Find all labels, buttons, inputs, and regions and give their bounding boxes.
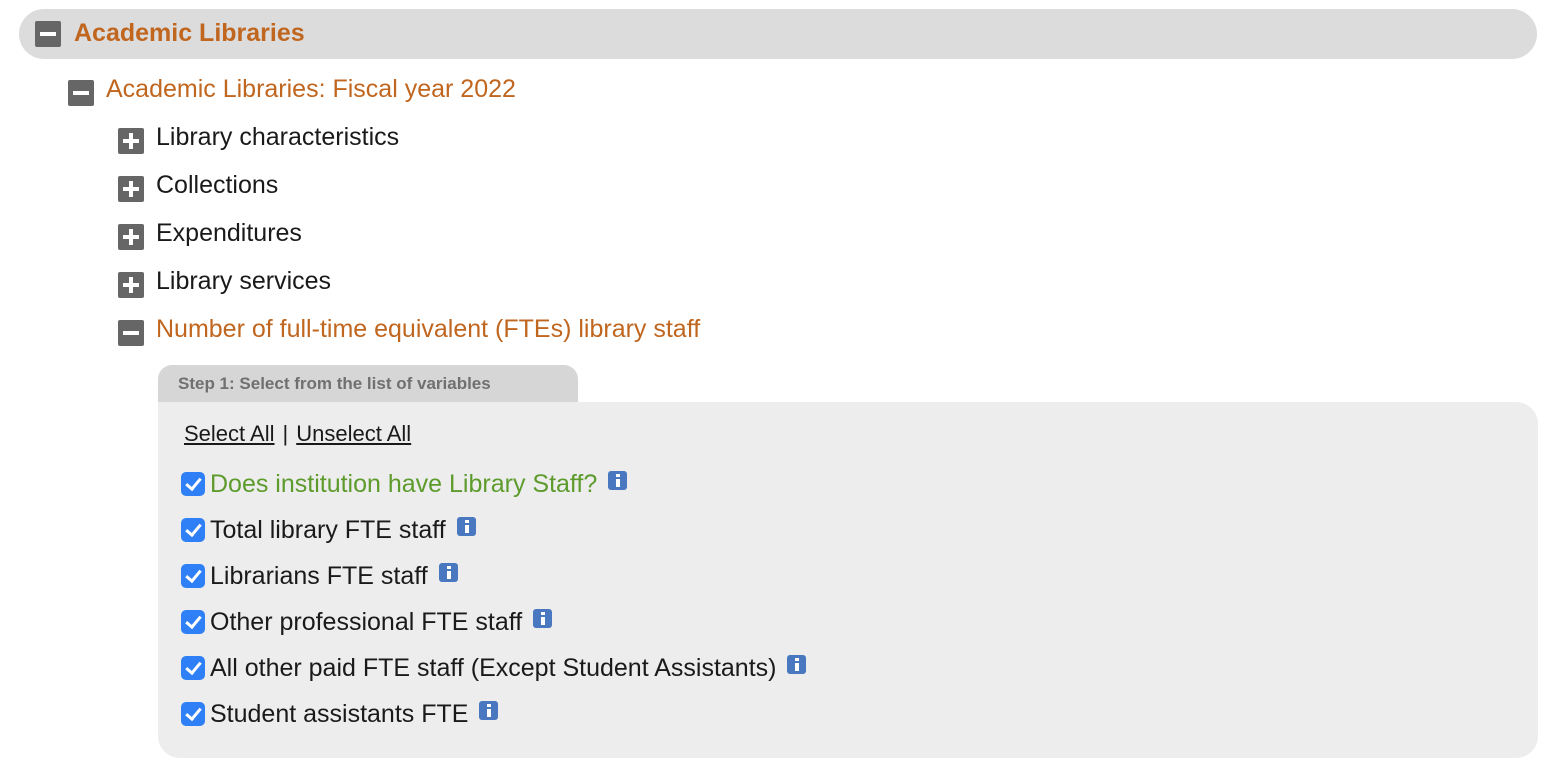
checkbox-checked[interactable]: [181, 610, 205, 634]
variable-row: Does institution have Library Staff?: [181, 468, 628, 500]
variable-row: Librarians FTE staff: [181, 560, 458, 592]
expand-plus-icon[interactable]: [118, 176, 144, 202]
expand-plus-icon[interactable]: [118, 272, 144, 298]
collapse-minus-icon[interactable]: [118, 320, 144, 346]
step-1-tab-label: Step 1: Select from the list of variable…: [178, 374, 491, 393]
select-all-link[interactable]: Select All: [184, 421, 275, 446]
info-icon[interactable]: [456, 516, 476, 536]
section-collections[interactable]: Collections: [156, 168, 278, 202]
section-library-characteristics[interactable]: Library characteristics: [156, 120, 399, 154]
collapse-minus-icon[interactable]: [68, 80, 94, 106]
checkbox-checked[interactable]: [181, 564, 205, 588]
collapse-minus-icon[interactable]: [35, 21, 61, 47]
variable-row: Total library FTE staff: [181, 514, 476, 546]
variable-tree-page: Academic Libraries Academic Libraries: F…: [0, 0, 1558, 778]
section-fte-library-staff[interactable]: Number of full-time equivalent (FTEs) li…: [156, 312, 700, 346]
checkbox-checked[interactable]: [181, 656, 205, 680]
root-node-title[interactable]: Academic Libraries: [74, 16, 305, 50]
link-separator: |: [282, 421, 289, 446]
variable-label[interactable]: Student assistants FTE: [210, 698, 468, 730]
info-icon[interactable]: [479, 700, 499, 720]
variable-row: Other professional FTE staff: [181, 606, 553, 638]
info-icon[interactable]: [608, 470, 628, 490]
select-links: Select All | Unselect All: [184, 419, 411, 449]
variable-label[interactable]: Other professional FTE staff: [210, 606, 522, 638]
checkbox-checked[interactable]: [181, 702, 205, 726]
variable-label[interactable]: All other paid FTE staff (Except Student…: [210, 652, 776, 684]
variable-label[interactable]: Does institution have Library Staff?: [210, 468, 597, 500]
info-icon[interactable]: [533, 608, 553, 628]
unselect-all-link[interactable]: Unselect All: [296, 421, 411, 446]
checkbox-checked[interactable]: [181, 518, 205, 542]
section-library-services[interactable]: Library services: [156, 264, 331, 298]
variable-row: Student assistants FTE: [181, 698, 499, 730]
variable-label[interactable]: Total library FTE staff: [210, 514, 446, 546]
expand-plus-icon[interactable]: [118, 224, 144, 250]
section-expenditures[interactable]: Expenditures: [156, 216, 302, 250]
variable-label[interactable]: Librarians FTE staff: [210, 560, 428, 592]
expand-plus-icon[interactable]: [118, 128, 144, 154]
variable-row: All other paid FTE staff (Except Student…: [181, 652, 807, 684]
checkbox-checked[interactable]: [181, 472, 205, 496]
info-icon[interactable]: [787, 654, 807, 674]
fiscal-year-node-label[interactable]: Academic Libraries: Fiscal year 2022: [106, 72, 516, 106]
info-icon[interactable]: [438, 562, 458, 582]
